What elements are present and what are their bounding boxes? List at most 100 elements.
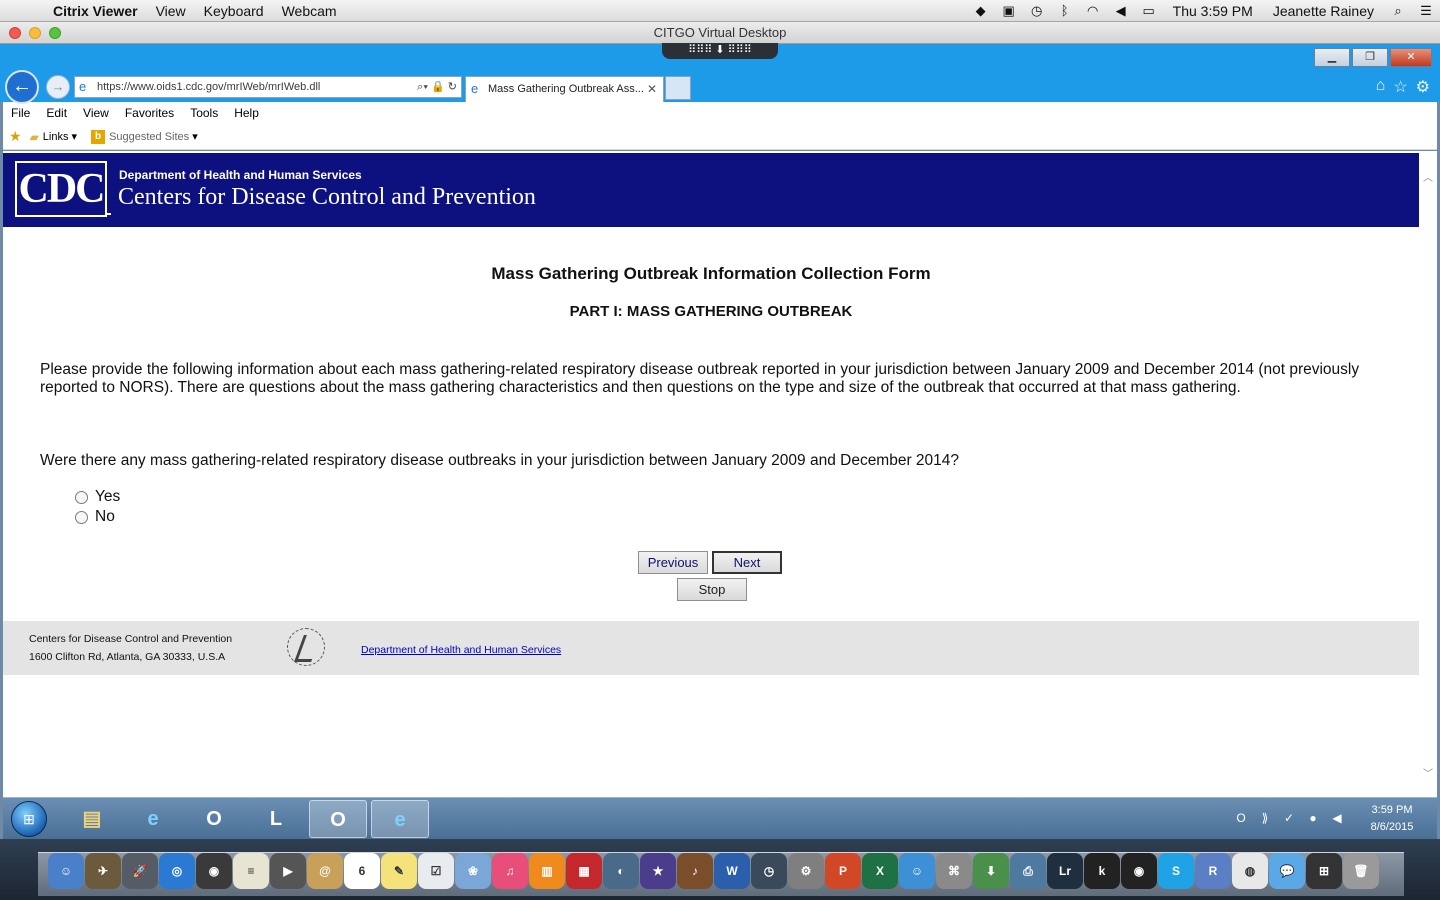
new-tab-button[interactable] [665,76,691,100]
previous-button[interactable]: Previous [638,551,708,574]
tray-outlook-icon[interactable]: O [1233,810,1249,826]
outlook-icon[interactable]: O [185,800,243,838]
spotlight-icon[interactable]: ⌕ [1384,3,1412,19]
spiral-icon[interactable]: ⌘ [936,853,972,889]
menu-keyboard[interactable]: Keyboard [195,3,273,19]
r-icon[interactable]: R [1195,853,1231,889]
migration-icon[interactable]: ✈ [85,853,121,889]
system-preferences-icon[interactable]: ⚙ [788,853,824,889]
wifi-icon[interactable]: ◠ [1079,3,1107,19]
notes-icon[interactable]: ✎ [381,853,417,889]
menubar-clock[interactable]: Thu 3:59 PM [1163,3,1263,19]
messages-icon[interactable]: 💬 [1269,853,1305,889]
download-icon[interactable]: ⬇ [973,853,1009,889]
citrix-receiver-icon[interactable]: ▣ [995,3,1023,19]
messenger-icon[interactable]: ☺ [899,853,935,889]
close-window-button[interactable] [9,27,21,39]
trash-icon[interactable]: 🗑 [1343,853,1379,889]
word-icon[interactable]: W [714,853,750,889]
lightroom-icon[interactable]: Lr [1047,853,1083,889]
itunes-icon[interactable]: ♫ [492,853,528,889]
zoom-window-button[interactable] [49,27,61,39]
cdc-logo[interactable]: CDC [15,161,107,217]
search-icon[interactable]: ⌕▾ [417,81,428,93]
excel-icon[interactable]: X [862,853,898,889]
menu-help[interactable]: Help [234,106,259,120]
lock-icon[interactable]: 🔒 [431,81,445,93]
menu-edit[interactable]: Edit [46,106,67,120]
address-url[interactable]: https://www.oids1.cdc.gov/mrIWeb/mrIWeb.… [97,81,320,93]
contacts-icon[interactable]: @ [307,853,343,889]
close-icon[interactable]: ✕ [1390,48,1432,67]
menu-tools[interactable]: Tools [190,106,218,120]
address-bar[interactable]: e https://www.oids1.cdc.gov/mrIWeb/mrIWe… [74,76,462,98]
printer-icon[interactable]: ⎙ [1010,853,1046,889]
app-menu[interactable]: Citrix Viewer [44,3,147,19]
menu-favorites[interactable]: Favorites [125,106,174,120]
taskbar-time[interactable]: 3:59 PM [1367,804,1417,816]
calendar-icon[interactable]: 6 [344,853,380,889]
outlook-active-icon[interactable]: O [309,800,367,838]
favorites-suggested-sites[interactable]: Suggested Sites [109,131,189,143]
dropbox-icon[interactable]: ◆ [967,3,995,19]
start-button[interactable]: ⊞ [11,801,47,837]
favorites-links[interactable]: Links [43,131,69,143]
menu-view[interactable]: View [147,3,195,19]
option-yes[interactable]: Yes [75,488,120,506]
stop-button[interactable]: Stop [677,578,747,601]
menu-file[interactable]: File [11,106,30,120]
explorer-icon[interactable]: ▤ [63,800,121,838]
back-button[interactable]: ← [5,70,39,104]
facetime-icon[interactable]: ▶ [270,853,306,889]
launchpad-icon[interactable]: 🚀 [122,853,158,889]
safari-icon[interactable]: ◎ [159,853,195,889]
radio-no[interactable] [75,510,88,524]
tab-close-icon[interactable]: ✕ [647,77,657,101]
scroll-up-icon[interactable]: ︿ [1419,169,1437,184]
tray-check-icon[interactable]: ✓ [1281,810,1297,826]
reminders-icon[interactable]: ☑ [418,853,454,889]
scroll-down-icon[interactable]: ﹀ [1419,765,1437,780]
chrome-icon[interactable]: ◍ [1232,853,1268,889]
photo-booth-icon[interactable]: ▦ [566,853,602,889]
tab-title[interactable]: Mass Gathering Outbreak Ass... [488,83,644,95]
hhs-link[interactable]: Department of Health and Human Services [361,644,561,656]
option-yes-label[interactable]: Yes [95,488,120,506]
garageband-icon[interactable]: ♪ [677,853,713,889]
finder-icon[interactable]: ☺ [48,853,84,889]
ibooks-icon[interactable]: ▥ [529,853,565,889]
forward-button[interactable]: → [46,75,70,99]
menubar-user[interactable]: Jeanette Rainey [1263,3,1384,19]
skype-icon[interactable]: S [1158,853,1194,889]
dashboard-icon[interactable]: ◉ [196,853,232,889]
iphoto-icon[interactable]: ◐ [603,853,639,889]
battery-icon[interactable]: ▭ [1135,3,1163,19]
gear-icon[interactable]: ⚙ [1416,77,1430,97]
home-icon[interactable]: ⌂ [1376,77,1386,97]
bluetooth-icon[interactable]: ᛒ [1051,3,1079,18]
minimize-icon[interactable]: ▁ [1314,48,1350,67]
volume-icon[interactable]: ◀ [1107,3,1135,19]
menu-webcam[interactable]: Webcam [273,3,346,19]
refresh-icon[interactable]: ↻ [448,81,457,93]
notification-center-icon[interactable]: ☰ [1412,3,1440,19]
powerpoint-icon[interactable]: P [825,853,861,889]
time-machine-dock-icon[interactable]: ◷ [751,853,787,889]
time-machine-icon[interactable]: ◷ [1023,3,1051,19]
favorites-add-icon[interactable]: ★ [9,128,22,145]
kindle-icon[interactable]: k [1084,853,1120,889]
tray-citrix-icon[interactable]: ⟫ [1257,810,1273,826]
next-button[interactable]: Next [712,551,782,574]
tray-alert-icon[interactable]: ● [1305,810,1321,826]
option-no[interactable]: No [75,508,115,526]
windows-icon[interactable]: ⊞ [1306,853,1342,889]
restore-icon[interactable]: ❐ [1352,48,1388,67]
taskbar-date[interactable]: 8/6/2015 [1364,821,1420,833]
menu-view-ie[interactable]: View [83,106,109,120]
imovie-icon[interactable]: ★ [640,853,676,889]
camera-icon[interactable]: ◉ [1121,853,1157,889]
option-no-label[interactable]: No [95,508,115,526]
tray-volume-icon[interactable]: ◀ [1329,810,1345,826]
tab-active[interactable]: e Mass Gathering Outbreak Ass... ✕ [465,76,664,102]
citrix-toolbar-handle[interactable]: ⠿⠿⠿ ⬇ ⠿⠿⠿ [662,43,778,59]
